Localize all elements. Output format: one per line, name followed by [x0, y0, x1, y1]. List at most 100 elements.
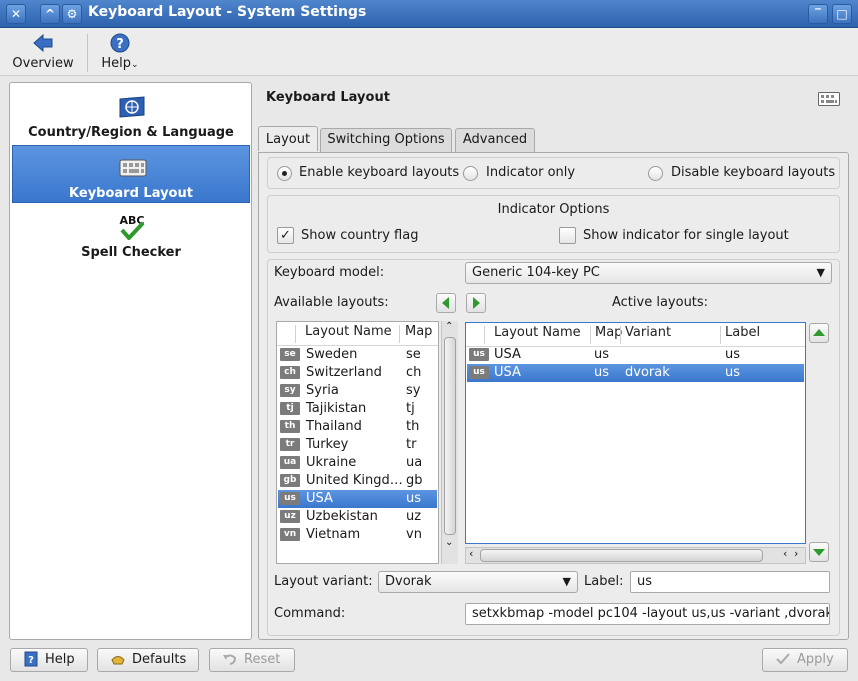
country-flag-icon: us [469, 366, 489, 379]
active-list-hscrollbar[interactable]: ‹ ‹ › [465, 547, 806, 564]
chevron-up-icon[interactable]: ⌃ [445, 321, 453, 332]
layout-variant-select[interactable]: Dvorak ▼ [378, 571, 578, 593]
move-down-button[interactable] [809, 542, 829, 562]
country-flag-icon: uz [280, 510, 300, 523]
layout-map: us [594, 365, 610, 380]
single-layout-label: Show indicator for single layout [583, 228, 789, 243]
layout-name: Thailand [306, 419, 362, 434]
command-field[interactable]: setxkbmap -model pc104 -layout us,us -va… [465, 603, 830, 625]
layout-map: ua [406, 455, 423, 470]
toolbar: Overview ? Help⌄ [0, 28, 858, 76]
column-divider [720, 326, 721, 344]
minimize-icon[interactable]: ‾ [808, 4, 828, 24]
scrollbar-thumb[interactable] [480, 549, 763, 562]
close-window-icon[interactable]: ✕ [6, 4, 26, 24]
layout-name: Turkey [306, 437, 349, 452]
show-country-flag-checkbox[interactable]: ✓ [277, 227, 294, 244]
tab-switching-options[interactable]: Switching Options [320, 128, 452, 152]
list-item[interactable]: vn Vietnam vn [278, 526, 437, 544]
column-header-layout-name[interactable]: Layout Name [305, 324, 392, 344]
remove-layout-button[interactable] [436, 293, 456, 313]
command-label: Command: [274, 606, 346, 621]
help-button-label: Help [45, 652, 75, 667]
column-header-label[interactable]: Label [725, 325, 760, 345]
column-header-variant[interactable]: Variant [625, 325, 671, 345]
list-item[interactable]: uz Uzbekistan uz [278, 508, 437, 526]
sidebar-item-label: Spell Checker [81, 245, 181, 260]
layout-map: tr [406, 437, 417, 452]
country-flag-icon: th [280, 420, 300, 433]
chevron-down-icon[interactable]: ⌄ [445, 537, 453, 548]
svg-text:?: ? [28, 655, 34, 666]
layout-name: Switzerland [306, 365, 382, 380]
list-item[interactable]: ua Ukraine ua [278, 454, 437, 472]
layout-name: USA [494, 365, 521, 380]
country-flag-icon: ua [280, 456, 300, 469]
window-title: Keyboard Layout - System Settings [88, 4, 367, 20]
keyboard-model-select[interactable]: Generic 104-key PC ▼ [465, 262, 832, 284]
layout-name: Sweden [306, 347, 358, 362]
list-item[interactable]: ch Switzerland ch [278, 364, 437, 382]
window-menu-icon[interactable]: ⚙ [62, 4, 82, 24]
title-bar: ✕ ^ ⚙ Keyboard Layout - System Settings … [0, 0, 858, 28]
svg-text:?: ? [116, 37, 124, 52]
layout-map: uz [406, 509, 422, 524]
chevron-down-icon: ⌄ [131, 60, 139, 70]
sidebar-item-spell-checker[interactable]: ABC Spell Checker [12, 205, 250, 263]
chevron-left-icon[interactable]: ‹ [469, 547, 473, 560]
tab-layout[interactable]: Layout [258, 126, 318, 151]
apply-button-label: Apply [797, 652, 834, 667]
list-item[interactable]: tj Tajikistan tj [278, 400, 437, 418]
help-menu-button[interactable]: ? Help⌄ [96, 30, 144, 74]
move-up-button[interactable] [809, 323, 829, 343]
country-flag-icon: vn [280, 528, 300, 541]
apply-button[interactable]: Apply [762, 648, 848, 672]
sidebar-item-keyboard-layout[interactable]: Keyboard Layout [12, 145, 250, 203]
add-layout-button[interactable] [466, 293, 486, 313]
enable-layouts-label: Enable keyboard layouts [299, 165, 460, 180]
label-field-label: Label: [584, 574, 624, 589]
list-item[interactable]: th Thailand th [278, 418, 437, 436]
reset-button[interactable]: Reset [209, 648, 295, 672]
sidebar-item-country-region-language[interactable]: Country/Region & Language [12, 85, 250, 143]
available-list-scrollbar[interactable]: ⌃ ⌄ [441, 321, 458, 564]
arrow-up-icon [813, 329, 825, 336]
scrollbar-thumb[interactable] [444, 337, 456, 535]
help-label: Help [101, 56, 132, 71]
tab-advanced[interactable]: Advanced [455, 128, 535, 152]
column-header-map[interactable]: Map [405, 324, 432, 344]
layout-map: th [406, 419, 420, 434]
defaults-button[interactable]: Defaults [97, 648, 199, 672]
sidebar-item-label: Keyboard Layout [69, 186, 193, 201]
list-item[interactable]: se Sweden se [278, 346, 437, 364]
table-row[interactable]: us USA us us [467, 346, 804, 364]
maximize-icon[interactable]: □ [832, 4, 852, 24]
reset-button-label: Reset [244, 652, 281, 667]
single-layout-checkbox[interactable] [559, 227, 576, 244]
chevron-down-icon: ▼ [562, 575, 571, 588]
keep-above-icon[interactable]: ^ [40, 4, 60, 24]
chevron-right-icon[interactable]: › [794, 547, 798, 560]
chevron-left-icon[interactable]: ‹ [783, 547, 787, 560]
column-header-layout-name[interactable]: Layout Name [494, 325, 581, 345]
disable-layouts-radio[interactable] [648, 166, 663, 181]
enable-layouts-radio[interactable] [277, 166, 292, 181]
list-item[interactable]: us USA us [278, 490, 437, 508]
indicator-only-radio[interactable] [463, 166, 478, 181]
list-item[interactable]: gb United Kingd… gb [278, 472, 437, 490]
country-flag-icon: tj [280, 402, 300, 415]
active-layouts-label: Active layouts: [612, 295, 709, 310]
list-item[interactable]: tr Turkey tr [278, 436, 437, 454]
overview-button[interactable]: Overview [8, 30, 78, 74]
layout-map: tj [406, 401, 415, 416]
help-button[interactable]: ? Help [10, 648, 88, 672]
list-item[interactable]: sy Syria sy [278, 382, 437, 400]
available-layouts-label: Available layouts: [274, 295, 389, 310]
column-header-map[interactable]: Map [595, 325, 622, 345]
label-input[interactable]: us [630, 571, 830, 593]
country-flag-icon: se [280, 348, 300, 361]
country-flag-icon: sy [280, 384, 300, 397]
keyboard-icon [818, 92, 840, 106]
disable-layouts-label: Disable keyboard layouts [671, 165, 836, 180]
table-row[interactable]: us USA us dvorak us [467, 364, 804, 382]
